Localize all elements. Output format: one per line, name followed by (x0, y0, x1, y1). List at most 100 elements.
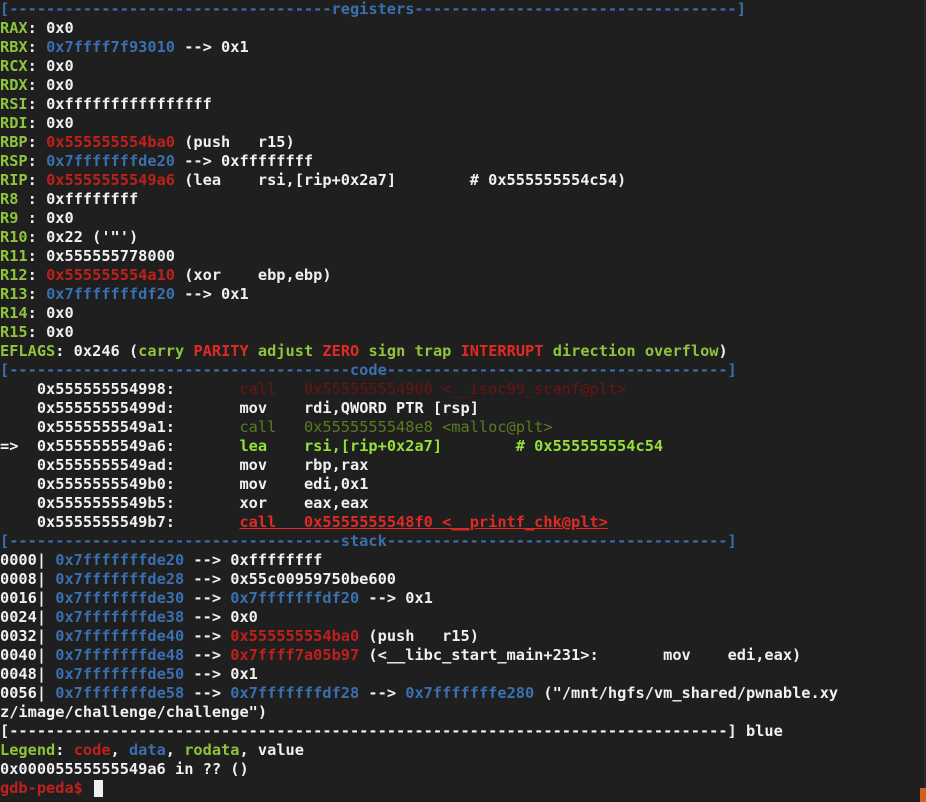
stack-value: --> (184, 684, 231, 702)
stack-offset: 0056| (0, 684, 56, 702)
code-row: => 0x5555555549a6: lea rsi,[rip+0x2a7] #… (0, 437, 926, 456)
code-row: 0x5555555549b5: xor eax,eax (0, 494, 926, 513)
code-operands: rbp,rax (303, 456, 369, 474)
code-mnemonic: call (239, 380, 304, 398)
code-marker (0, 380, 28, 398)
register-row-rip: RIP: 0x5555555549a6 (lea rsi,[rip+0x2a7]… (0, 171, 926, 190)
register-value: --> 0x1 (175, 285, 249, 303)
register-name: RAX (0, 19, 28, 37)
stack-panel: 0000| 0x7fffffffde20 --> 0xffffffff 0008|… (0, 551, 926, 703)
stack-value: --> (359, 684, 406, 702)
register-name: RSI (0, 95, 28, 113)
eflags-space (451, 342, 460, 360)
stack-wrap-line: z/image/challenge/challenge") (0, 703, 268, 721)
register-row-r10: R10: 0x22 ('"') (0, 228, 926, 247)
legend-line: Legend: code, data, rodata, value (0, 741, 926, 760)
stack-offset: 0000| (0, 551, 56, 569)
eflags-line: EFLAGS: 0x246 (carry PARITY adjust ZERO … (0, 342, 926, 361)
register-sep: : (27, 323, 47, 341)
code-header: [-------------------------------------co… (0, 361, 737, 379)
code-address: 0x5555555549ad: (27, 456, 175, 474)
legend-item-rodata: rodata (184, 741, 240, 759)
prompt-text: gdb-peda$ (0, 779, 93, 797)
register-name: RDI (0, 114, 28, 132)
legend-item-code: code (73, 741, 111, 759)
end-header: [---------------------------------------… (0, 722, 926, 741)
code-mnemonic: mov (239, 399, 304, 417)
register-name: R9 (0, 209, 19, 227)
code-marker (0, 494, 28, 512)
code-mnemonic: mov (239, 475, 304, 493)
gdb-terminal[interactable]: [-----------------------------------regi… (0, 0, 926, 798)
register-row-r11: R11: 0x555555778000 (0, 247, 926, 266)
register-name: RDX (0, 76, 28, 94)
stack-row: 0056| 0x7fffffffde58 --> 0x7fffffffdf28 … (0, 684, 926, 703)
stack-offset: 0040| (0, 646, 56, 664)
register-row-r9: R9 : 0x0 (0, 209, 926, 228)
stack-value: 0x7fffffffdf28 (230, 684, 360, 702)
eflag-parity: PARITY (193, 342, 249, 360)
register-value: --> 0xffffffff (175, 152, 314, 170)
code-address: 0x5555555549a6: (27, 437, 175, 455)
code-address: 0x5555555549b0: (27, 475, 175, 493)
register-sep: : (27, 19, 47, 37)
stack-value: 0x7fffffffde30 (55, 589, 185, 607)
register-value: 0x7fffffffde20 (46, 152, 175, 170)
register-name: R8 (0, 190, 19, 208)
eflag-sign: sign (368, 342, 406, 360)
register-row-r8: R8 : 0xffffffff (0, 190, 926, 209)
stack-value: 0x7fffffffe280 (405, 684, 535, 702)
eflag-adjust: adjust (257, 342, 314, 360)
stack-offset: 0016| (0, 589, 56, 607)
register-value: 0xffffffff (46, 190, 139, 208)
text-cursor[interactable] (94, 780, 104, 797)
code-gap (175, 399, 239, 417)
register-value: 0x7ffff7f93010 (46, 38, 175, 56)
register-name: RCX (0, 57, 28, 75)
register-row-rdx: RDX: 0x0 (0, 76, 926, 95)
register-row-rdi: RDI: 0x0 (0, 114, 926, 133)
register-value: 0x0 (46, 76, 74, 94)
stack-value: --> (184, 627, 231, 645)
register-value: 0x22 ('"') (46, 228, 139, 246)
register-row-rbp: RBP: 0x555555554ba0 (push r15) (0, 133, 926, 152)
register-name: RIP (0, 171, 28, 189)
code-row: 0x55555555499d: mov rdi,QWORD PTR [rsp] (0, 399, 926, 418)
eflag-trap: trap (414, 342, 452, 360)
register-row-rsi: RSI: 0xffffffffffffffff (0, 95, 926, 114)
code-gap (175, 380, 239, 398)
eflags-close: ) (718, 342, 728, 360)
register-sep: : (27, 114, 47, 132)
end-word: blue (736, 722, 783, 740)
register-value: (xor ebp,ebp) (175, 266, 332, 284)
eflag-interrupt: INTERRUPT (460, 342, 544, 360)
register-sep: : (27, 304, 47, 322)
stack-row: 0032| 0x7fffffffde40 --> 0x555555554ba0 … (0, 627, 926, 646)
register-value: 0x555555554a10 (46, 266, 175, 284)
stack-value: --> 0x1 (359, 589, 433, 607)
code-address: 0x5555555549b5: (27, 494, 175, 512)
stack-row: 0016| 0x7fffffffde30 --> 0x7fffffffdf20 … (0, 589, 926, 608)
end-dashes: [---------------------------------------… (0, 722, 737, 740)
stack-value: 0x7ffff7a05b97 (230, 646, 360, 664)
stack-row: 0048| 0x7fffffffde50 --> 0x1 (0, 665, 926, 684)
prompt-line[interactable]: gdb-peda$ (0, 779, 926, 798)
register-sep: : (27, 76, 47, 94)
stack-value: --> 0x55c00959750be600 (184, 570, 397, 588)
registers-header: [-----------------------------------regi… (0, 0, 746, 18)
register-sep: : (27, 228, 47, 246)
code-marker (0, 513, 28, 531)
register-value: 0x0 (46, 209, 74, 227)
legend-label: Legend (0, 741, 56, 759)
register-sep: : (27, 38, 47, 56)
eflags-name: EFLAGS (0, 342, 56, 360)
stack-offset: 0024| (0, 608, 56, 626)
code-operands: rdi,QWORD PTR [rsp] (303, 399, 479, 417)
stack-value: 0x7fffffffde38 (55, 608, 185, 626)
code-address: 0x5555555549b7: (27, 513, 175, 531)
registers-panel: RAX: 0x0 RBX: 0x7ffff7f93010 --> 0x1 RCX: … (0, 19, 926, 342)
register-row-r15: R15: 0x0 (0, 323, 926, 342)
code-gap (175, 418, 239, 436)
register-row-rsp: RSP: 0x7fffffffde20 --> 0xffffffff (0, 152, 926, 171)
register-value: 0x0 (46, 323, 74, 341)
